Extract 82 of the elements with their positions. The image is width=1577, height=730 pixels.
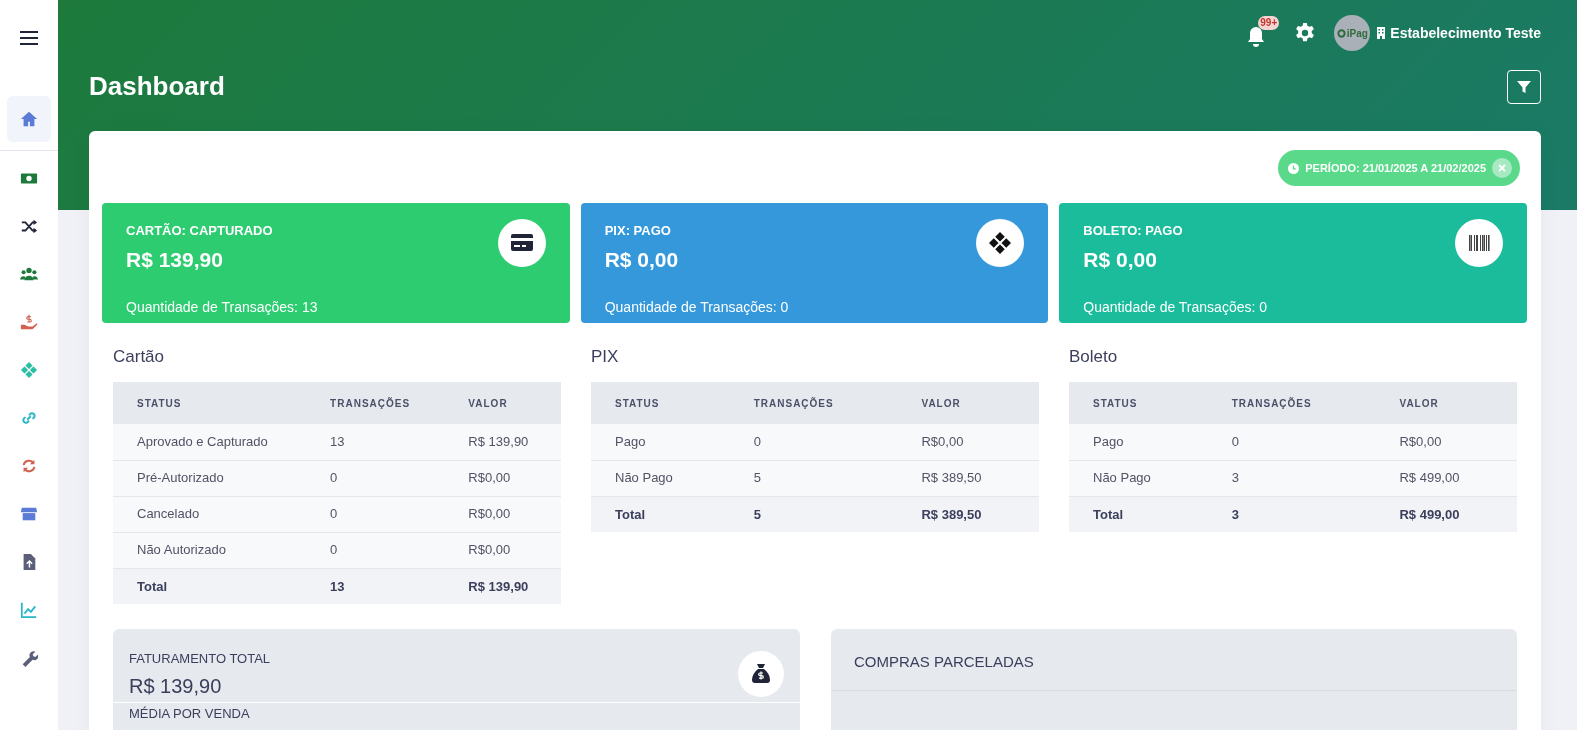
wrench-icon	[20, 649, 38, 667]
table-cell: Pago	[1069, 424, 1208, 460]
table-cell: 5	[729, 496, 898, 532]
avatar-text: iPag	[1346, 26, 1368, 41]
table-cell: 3	[1207, 496, 1376, 532]
column-header: VALOR	[444, 382, 561, 424]
table-cell: Pré-Autorizado	[113, 460, 307, 496]
table-cell: R$ 139,90	[444, 424, 561, 460]
table-cell: 0	[1207, 424, 1376, 460]
table-cell: 0	[306, 532, 445, 568]
table-cell: R$ 139,90	[444, 568, 561, 604]
table-cell: 5	[729, 460, 898, 496]
table-cell: Pago	[591, 424, 730, 460]
card-title: COMPRAS PARCELADAS	[831, 629, 1517, 691]
table-cell: Não Pago	[1069, 460, 1208, 496]
diamond-icon	[988, 231, 1013, 255]
stat-caption: Quantidade de Transações: 0	[1083, 298, 1269, 317]
column-header: TRANSAÇÕES	[729, 382, 898, 424]
settings-icon	[1294, 22, 1317, 44]
table-cell: R$0,00	[444, 460, 561, 496]
stat-amount: R$ 0,00	[604, 246, 680, 273]
table-cell: 0	[306, 496, 445, 532]
table-title: Boleto	[1069, 347, 1119, 368]
summary-amount: R$ 139,90	[129, 673, 223, 699]
link-icon	[20, 409, 38, 427]
summary-label: MÉDIA POR VENDA	[129, 706, 250, 722]
stat-amount: R$ 0,00	[1083, 246, 1158, 273]
table-cell: R$0,00	[444, 532, 561, 568]
table-cell: Não Pago	[591, 460, 730, 496]
money-bag-icon	[749, 662, 773, 686]
stat-caption: Quantidade de Transações: 13	[126, 298, 319, 317]
table-cell: Cancelado	[113, 496, 307, 532]
column-header: STATUS	[591, 382, 730, 424]
table-cell: Aprovado e Capturado	[113, 424, 307, 460]
table-cell: Total	[113, 568, 307, 604]
table-cell: R$0,00	[444, 496, 561, 532]
column-header: VALOR	[1375, 382, 1517, 424]
shuffle-icon	[20, 217, 38, 235]
stat-caption: Quantidade de Transações: 0	[604, 298, 790, 317]
table-title: PIX	[591, 347, 620, 368]
table-cell: 3	[1207, 460, 1376, 496]
close-icon	[1497, 163, 1507, 173]
table-cell: R$ 499,00	[1375, 460, 1517, 496]
money-hand-icon	[20, 313, 38, 331]
table-cell: 0	[306, 460, 445, 496]
column-header: TRANSAÇÕES	[1207, 382, 1376, 424]
table-cell: Total	[1069, 496, 1208, 532]
table-cell: R$0,00	[1375, 424, 1517, 460]
table-cell: 13	[306, 424, 445, 460]
filter-icon	[1516, 79, 1532, 95]
table-cell: R$ 389,50	[897, 460, 1039, 496]
column-header: STATUS	[113, 382, 307, 424]
filter-button[interactable]	[1507, 70, 1541, 104]
page-title: Dashboard	[89, 71, 225, 103]
stat-title: PIX: PAGO	[604, 222, 672, 240]
diamond-icon	[20, 361, 38, 379]
table-cell: 13	[306, 568, 445, 604]
stat-amount: R$ 139,90	[126, 246, 224, 273]
summary-label: FATURAMENTO TOTAL	[129, 650, 271, 668]
stat-title: CARTÃO: CAPTURADO	[126, 222, 274, 240]
clock-icon	[1288, 162, 1300, 174]
table-cell: Não Autorizado	[113, 532, 307, 568]
sync-icon	[20, 457, 38, 475]
store-icon	[20, 505, 38, 523]
column-header: STATUS	[1069, 382, 1208, 424]
users-icon	[20, 265, 38, 283]
table-cell: 0	[729, 424, 898, 460]
stat-title: BOLETO: PAGO	[1083, 222, 1184, 240]
table-title: Cartão	[113, 347, 166, 368]
column-header: VALOR	[897, 382, 1039, 424]
home-icon	[20, 110, 38, 128]
building-icon	[1376, 27, 1387, 39]
table-cell: R$0,00	[897, 424, 1039, 460]
logo-icon	[1336, 28, 1346, 38]
line-chart-icon	[20, 601, 38, 619]
establishment-name[interactable]: Estabelecimento Teste	[1390, 22, 1541, 44]
column-header: TRANSAÇÕES	[306, 382, 445, 424]
table-cell: Total	[591, 496, 730, 532]
table-cell: R$ 389,50	[897, 496, 1039, 532]
bell-icon	[1246, 26, 1267, 48]
table-cell: R$ 499,00	[1375, 496, 1517, 532]
period-text: PERÍODO: 21/01/2025 A 21/02/2025	[1305, 160, 1486, 176]
